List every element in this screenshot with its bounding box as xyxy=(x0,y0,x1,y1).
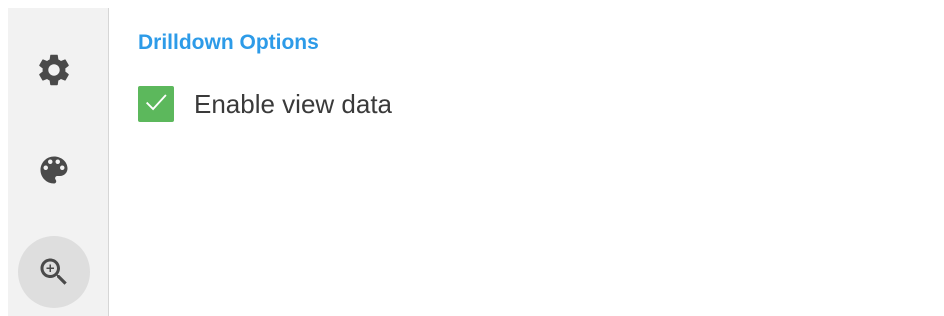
enable-view-data-label[interactable]: Enable view data xyxy=(194,89,392,120)
settings-sidebar xyxy=(8,8,109,316)
zoom-in-icon xyxy=(36,254,72,290)
drilldown-settings-button[interactable] xyxy=(18,236,90,308)
enable-view-data-row: Enable view data xyxy=(138,86,944,122)
gear-icon xyxy=(35,51,73,89)
general-settings-button[interactable] xyxy=(18,34,90,106)
palette-icon xyxy=(36,152,72,188)
section-title: Drilldown Options xyxy=(138,31,319,54)
drilldown-settings-panel: Drilldown Options Enable view data xyxy=(0,0,944,316)
enable-view-data-checkbox[interactable] xyxy=(138,86,174,122)
drilldown-options-section: Drilldown Options Enable view data xyxy=(138,28,944,122)
appearance-settings-button[interactable] xyxy=(18,134,90,206)
checkmark-icon xyxy=(142,88,170,121)
